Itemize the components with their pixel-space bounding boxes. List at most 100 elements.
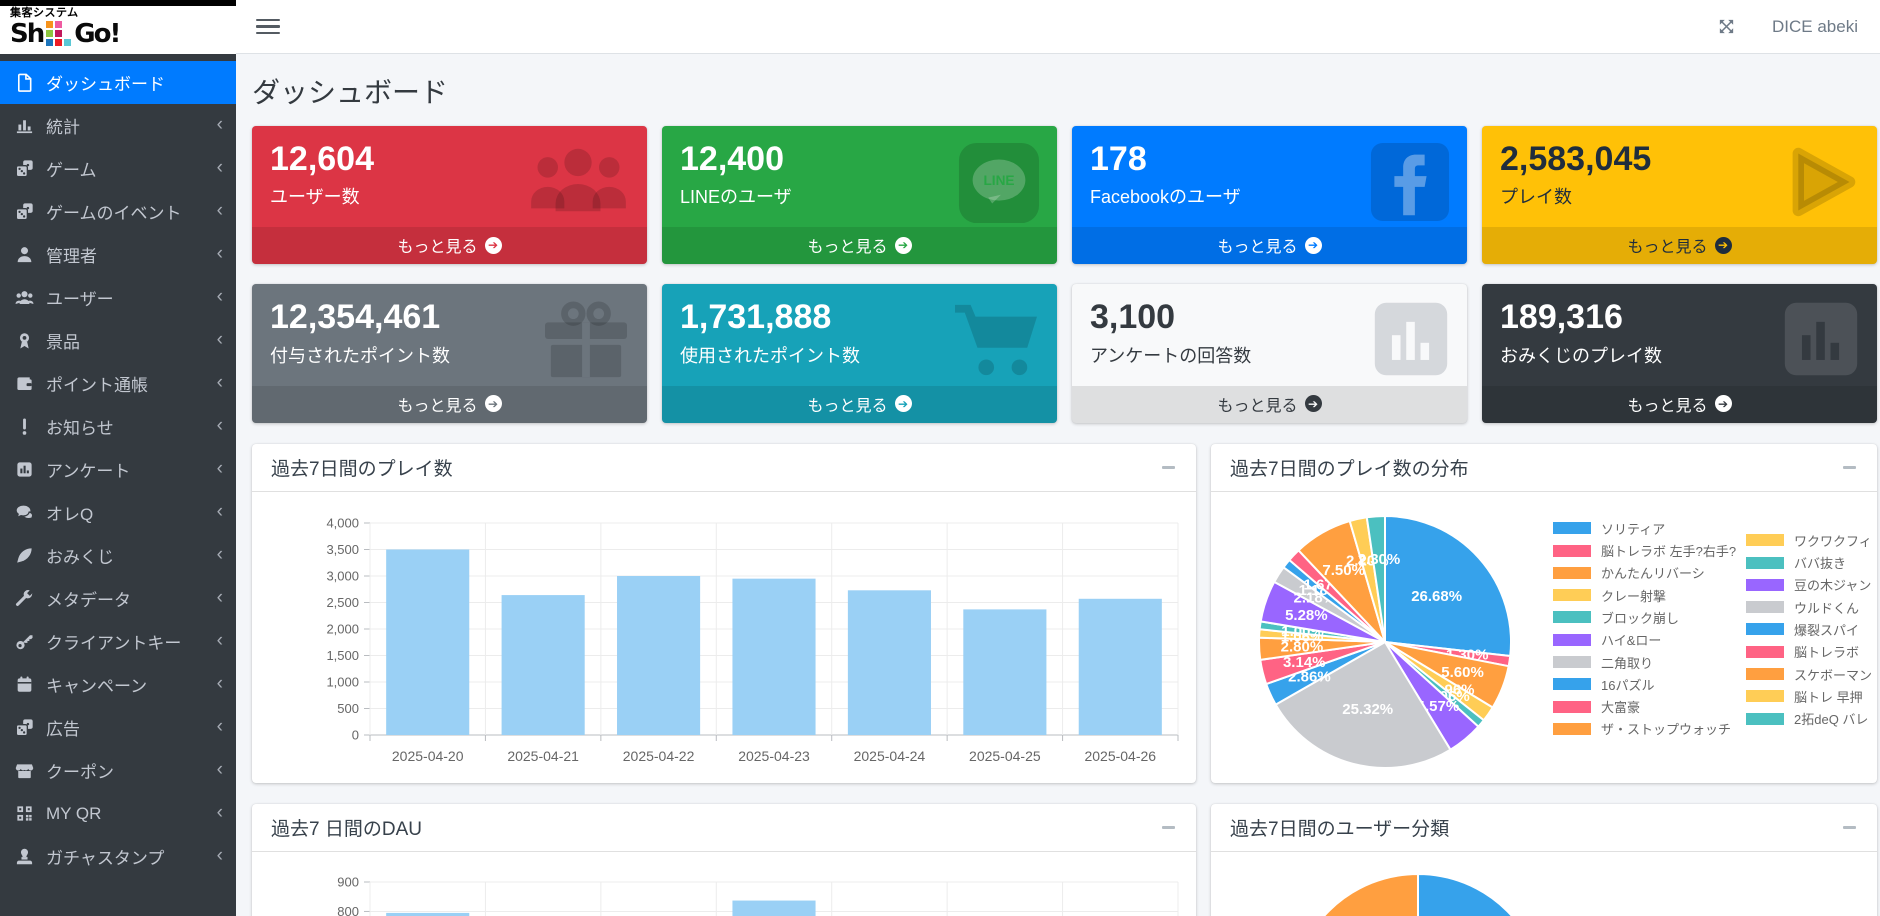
stat-card-more-link-line-users[interactable]: もっと見る➔ [662, 227, 1057, 264]
legend-item: ウルドくん [1746, 601, 1873, 614]
more-label: もっと見る [1217, 233, 1297, 257]
stat-card-points-granted: 12,354,461付与されたポイント数もっと見る➔ [252, 284, 647, 422]
sidebar-item-gacha-stamp[interactable]: ガチャスタンプ‹ [0, 835, 236, 878]
brand-system-label: 集客システム [10, 7, 226, 20]
user-menu[interactable]: DICE abeki [1772, 17, 1858, 37]
stat-card-more-link-survey-answers[interactable]: もっと見る➔ [1072, 386, 1467, 423]
legend-label: 脳トレラボ [1794, 642, 1859, 661]
legend-label: ソリティア [1601, 519, 1665, 538]
sidebar-item-label: クライアントキー [46, 629, 217, 654]
chevron-left-icon: ‹ [217, 373, 223, 395]
bar-4 [848, 590, 931, 735]
svg-text:2,500: 2,500 [326, 595, 359, 610]
stat-card-more-link-facebook-users[interactable]: もっと見る➔ [1072, 227, 1467, 264]
stat-card-more-link-points-used[interactable]: もっと見る➔ [662, 386, 1057, 423]
svg-text:2025-04-23: 2025-04-23 [738, 748, 810, 764]
sidebar-item-users[interactable]: ユーザー‹ [0, 276, 236, 319]
stat-card-more-link-points-granted[interactable]: もっと見る ➔ [252, 386, 647, 423]
arrow-circle-right-icon: ➔ [485, 395, 502, 412]
panel-collapse-button[interactable] [1160, 460, 1177, 475]
stat-card-more-link-plays[interactable]: もっと見る➔ [1482, 227, 1877, 264]
panel-plays-title: 過去7日間のプレイ数 [271, 454, 453, 481]
legend-item: かんたんリバーシ [1553, 566, 1746, 579]
svg-text:5.60%: 5.60% [1441, 664, 1484, 681]
sidebar-item-label: キャンペーン [46, 672, 217, 697]
legend-label: 脳トレラボ 左手?右手? [1601, 541, 1736, 560]
stat-card-value: 3,100 [1090, 299, 1449, 336]
bar-1 [502, 595, 585, 735]
stat-card-more-link-users[interactable]: もっと見る ➔ [252, 227, 647, 264]
stat-card-label: 使用されたポイント数 [680, 342, 1039, 368]
sidebar-item-oreq[interactable]: オレQ‹ [0, 491, 236, 534]
sidebar-item-label: ユーザー [46, 285, 217, 310]
chevron-left-icon: ‹ [217, 416, 223, 438]
sidebar-item-label: MY QR [46, 804, 217, 824]
svg-text:2025-04-26: 2025-04-26 [1084, 748, 1156, 764]
brand-logo[interactable]: 集客システム Sh Go! [0, 0, 236, 54]
sidebar-item-my-qr[interactable]: MY QR‹ [0, 792, 236, 835]
panel-collapse-button[interactable] [1160, 820, 1177, 835]
legend-label: 豆の木ジャン [1794, 575, 1871, 594]
legend-swatch [1553, 656, 1591, 668]
sidebar-item-label: オレQ [46, 500, 217, 525]
sidebar-item-admin[interactable]: 管理者‹ [0, 233, 236, 276]
sidebar-item-dashboard[interactable]: ダッシュボード [0, 61, 236, 104]
svg-text:2.30%: 2.30% [1358, 551, 1401, 568]
sidebar-item-news[interactable]: お知らせ‹ [0, 405, 236, 448]
sidebar-item-omikuji[interactable]: おみくじ‹ [0, 534, 236, 577]
file-icon [15, 73, 46, 92]
legend-swatch [1553, 701, 1591, 713]
sidebar-item-metadata[interactable]: メタデータ‹ [0, 577, 236, 620]
hamburger-menu-button[interactable] [256, 17, 280, 36]
sidebar-item-label: ポイント通帳 [46, 371, 217, 396]
pie-legend: ソリティア脳トレラボ 左手?右手?かんたんリバーシクレー射撃ブロック崩しハイ&ロ… [1553, 522, 1873, 745]
legend-swatch [1553, 522, 1591, 534]
chevron-left-icon: ‹ [217, 244, 223, 266]
svg-text:1,500: 1,500 [326, 648, 359, 663]
legend-item: 二角取り [1553, 656, 1746, 669]
sidebar-item-point-book[interactable]: ポイント通帳‹ [0, 362, 236, 405]
sidebar-item-stats[interactable]: 統計‹ [0, 104, 236, 147]
sidebar-item-survey[interactable]: アンケート‹ [0, 448, 236, 491]
legend-swatch [1746, 601, 1784, 613]
panel-collapse-button[interactable] [1841, 820, 1858, 835]
chevron-left-icon: ‹ [217, 717, 223, 739]
sidebar-item-label: ゲーム [46, 156, 217, 181]
fullscreen-icon[interactable] [1717, 17, 1736, 36]
stat-cards: 12,604ユーザー数もっと見る➔12,400LINEのユーザLINEもっと見る… [252, 126, 1877, 423]
sidebar-item-label: おみくじ [46, 543, 217, 568]
arrow-circle-right-icon: ➔ [485, 237, 502, 254]
panel-user-classification: 過去7日間のユーザー分類 [1211, 804, 1877, 916]
users-icon [15, 288, 46, 307]
stat-card-points-used: 1,731,888使用されたポイント数もっと見る➔ [662, 284, 1057, 422]
legend-swatch [1553, 589, 1591, 601]
svg-text:26.68%: 26.68% [1411, 588, 1462, 605]
legend-label: スケボーマン [1794, 665, 1872, 684]
sidebar-item-campaign[interactable]: キャンペーン‹ [0, 663, 236, 706]
qrcode-icon [15, 804, 46, 823]
stat-card-omikuji-plays: 189,316おみくじのプレイ数もっと見る➔ [1482, 284, 1877, 422]
sidebar-item-coupon[interactable]: クーポン‹ [0, 749, 236, 792]
more-label: もっと見る [397, 392, 477, 416]
sidebar-item-client-key[interactable]: クライアントキー‹ [0, 620, 236, 663]
stat-card-more-link-omikuji-plays[interactable]: もっと見る➔ [1482, 386, 1877, 423]
sidebar-nav: ダッシュボード統計‹ゲーム‹ゲームのイベント‹管理者‹ユーザー‹景品‹ポイント通… [0, 54, 236, 916]
svg-text:1,000: 1,000 [326, 674, 359, 689]
more-label: もっと見る [1217, 392, 1297, 416]
app-root: 集客システム Sh Go! ダッシュボード統計‹ゲーム‹ゲームのイベント‹管理者… [0, 0, 1880, 916]
svg-text:2025-04-21: 2025-04-21 [507, 748, 579, 764]
sidebar-item-game-event[interactable]: ゲームのイベント‹ [0, 190, 236, 233]
legend-label: 二角取り [1601, 653, 1653, 672]
legend-item: 脳トレラボ 左手?右手? [1553, 544, 1746, 557]
legend-label: ハイ&ロー [1601, 630, 1661, 649]
chevron-left-icon: ‹ [217, 588, 223, 610]
sidebar-item-game[interactable]: ゲーム‹ [0, 147, 236, 190]
sidebar-item-ads[interactable]: 広告‹ [0, 706, 236, 749]
page-title: ダッシュボード [252, 71, 1877, 111]
legend-label: 爆裂スパイ [1794, 620, 1859, 639]
more-label: もっと見る [397, 233, 477, 257]
panel-collapse-button[interactable] [1841, 460, 1858, 475]
calendar-icon [15, 675, 46, 694]
stat-card-value: 12,400 [680, 141, 1039, 178]
sidebar-item-prizes[interactable]: 景品‹ [0, 319, 236, 362]
